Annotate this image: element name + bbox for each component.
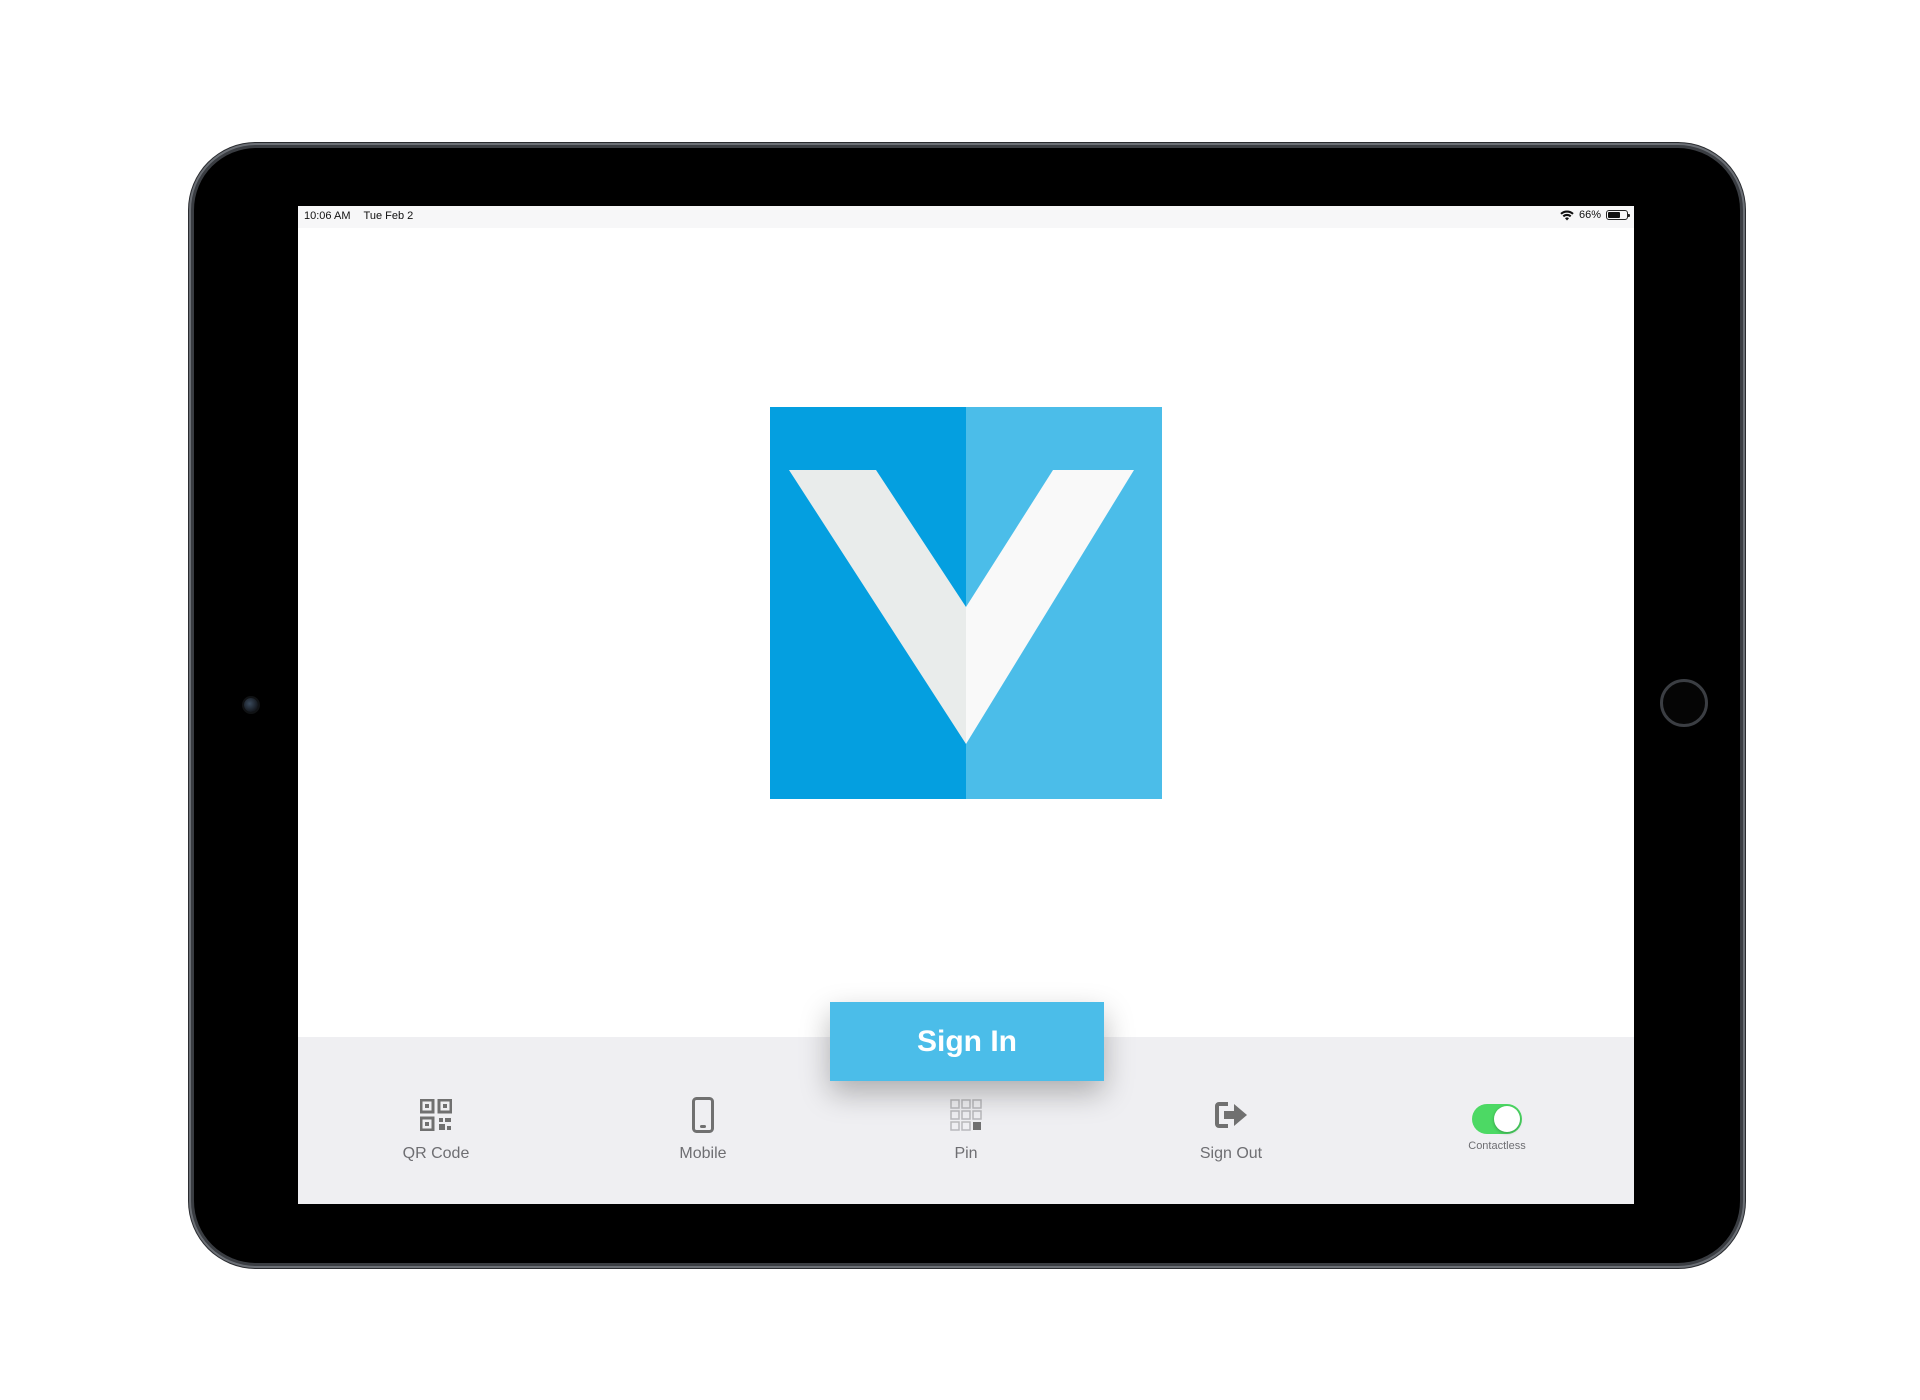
nav-label-sign-out: Sign Out <box>1199 1145 1263 1162</box>
nav-pin[interactable]: Pin <box>886 1097 1046 1163</box>
nav-label-pin: Pin <box>954 1145 978 1162</box>
ipad-frame: 10:06 AM Tue Feb 2 66% QR Code Mobile Pi… <box>194 148 1740 1263</box>
nav-label-mobile: Mobile <box>679 1145 727 1162</box>
contactless-toggle-group: Contactless <box>1417 1104 1577 1152</box>
battery-level <box>1608 212 1620 218</box>
app-screen: 10:06 AM Tue Feb 2 66% QR Code Mobile Pi… <box>298 206 1634 1204</box>
qr-code-icon <box>420 1097 452 1133</box>
status-left: 10:06 AM Tue Feb 2 <box>304 210 413 222</box>
page-background: 10:06 AM Tue Feb 2 66% QR Code Mobile Pi… <box>0 0 1920 1400</box>
mobile-phone-icon <box>692 1097 714 1133</box>
v-logo-icon <box>770 407 1162 799</box>
sign-out-icon <box>1214 1097 1248 1133</box>
wifi-icon <box>1560 210 1574 220</box>
contactless-toggle[interactable] <box>1472 1104 1522 1134</box>
status-right: 66% <box>1560 209 1630 221</box>
battery-icon <box>1606 210 1630 220</box>
nav-mobile[interactable]: Mobile <box>623 1097 783 1163</box>
status-time: 10:06 AM <box>304 210 351 222</box>
status-date: Tue Feb 2 <box>363 210 414 222</box>
home-button[interactable] <box>1660 679 1708 727</box>
sign-in-button[interactable]: Sign In <box>830 1002 1104 1081</box>
nav-sign-out[interactable]: Sign Out <box>1151 1097 1311 1163</box>
keypad-icon <box>950 1097 982 1133</box>
contactless-label: Contactless <box>1468 1140 1526 1152</box>
front-camera <box>244 698 258 712</box>
toggle-knob <box>1494 1106 1520 1132</box>
status-bar: 10:06 AM Tue Feb 2 66% <box>298 206 1634 228</box>
nav-qr-code[interactable]: QR Code <box>356 1097 516 1163</box>
battery-percent: 66% <box>1578 209 1601 221</box>
nav-label-qr-code: QR Code <box>402 1145 470 1162</box>
